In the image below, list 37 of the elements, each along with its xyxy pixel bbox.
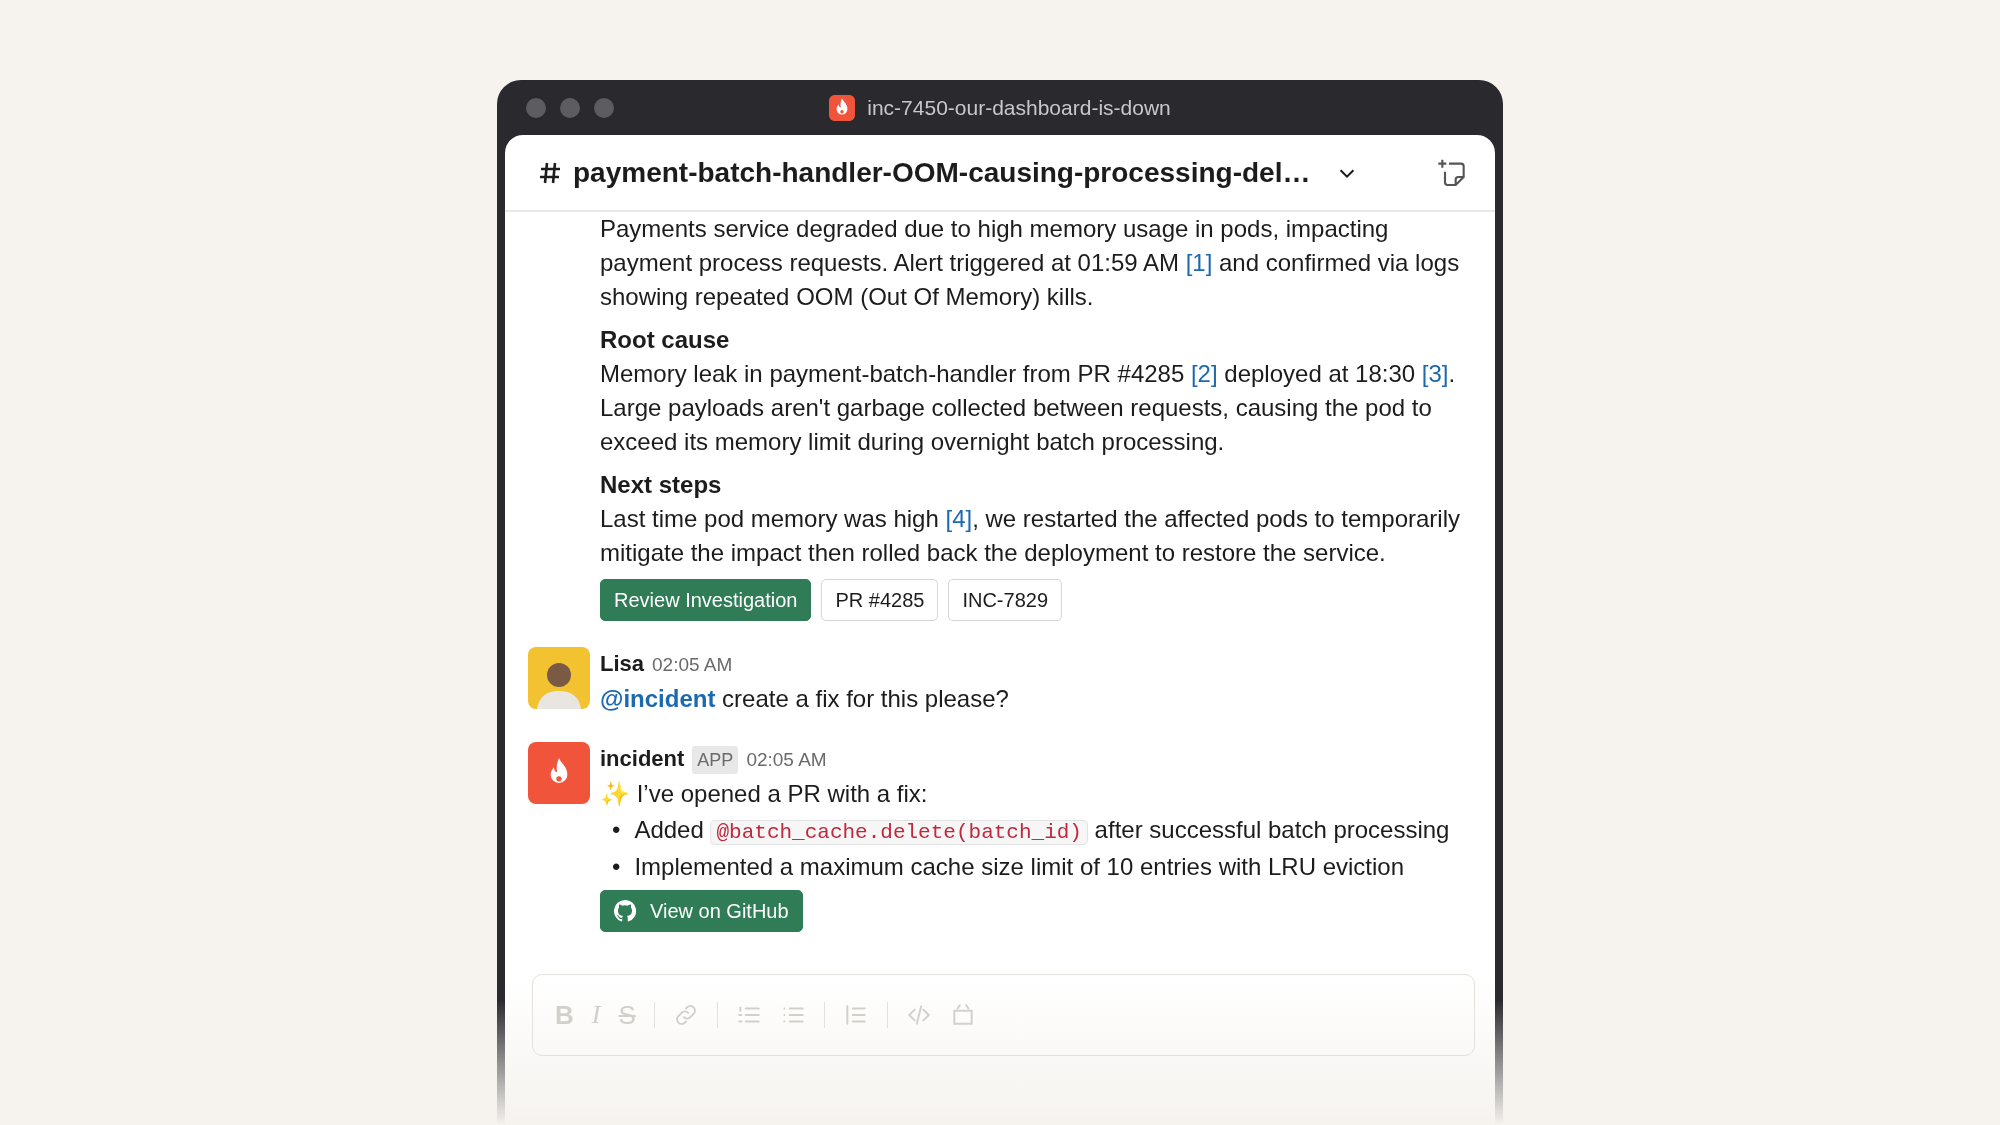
message-time[interactable]: 02:05 AM	[746, 743, 827, 777]
message-text: Last time pod memory was high [4], we restarted the affected pods to temporarily mitigate the impact then rolled back the deployment to restore the service.	[600, 504, 1461, 568]
reference-link[interactable]: [3]	[1421, 360, 1449, 387]
window-minimize-button[interactable]	[560, 97, 580, 118]
message-text: Payments service degraded due to high memory usage in pods, impacting payment process requests. Alert triggered at 01:59 AM [1] and confirmed via logs showing repeated OOM (Out Of Memory) kills.	[600, 214, 1461, 312]
bullet-marker: •	[612, 815, 621, 845]
section-heading: Root cause	[600, 325, 731, 355]
reference-link[interactable]: [4]	[945, 505, 973, 532]
app-badge: APP	[692, 746, 739, 774]
flame-icon	[829, 94, 856, 121]
mention-link[interactable]: @incident	[600, 685, 716, 712]
window-zoom-button[interactable]	[594, 97, 614, 118]
bullet-item: Implemented a maximum cache size limit of 10 entries with LRU eviction	[634, 852, 1405, 882]
reference-link[interactable]: [1]	[1185, 249, 1213, 276]
window-title: inc-7450-our-dashboard-is-down	[867, 95, 1171, 120]
message-time[interactable]: 02:05 AM	[652, 648, 733, 682]
author-name[interactable]: Lisa	[600, 647, 645, 681]
message-text: ✨ I’ve opened a PR with a fix:	[600, 779, 929, 809]
bullet-marker: •	[612, 852, 621, 882]
message-text: Memory leak in payment-batch-handler from PR #4285 [2] deployed at 18:30 [3]. Large payloads aren't garbage collected between requests, causing the pod to exceed its memory limit during overnight batch processing.	[600, 359, 1457, 457]
action-button[interactable]: Review Investigation	[600, 579, 812, 621]
bullet-item: Added @batch_cache.delete(batch_id) after successful batch processing	[634, 815, 1450, 847]
inline-code: @batch_cache.delete(batch_id)	[710, 820, 1088, 845]
action-button[interactable]: PR #4285	[821, 579, 939, 621]
hash-icon	[539, 160, 561, 185]
app-avatar[interactable]	[528, 742, 590, 804]
code-icon[interactable]	[905, 1002, 932, 1028]
github-icon	[614, 900, 636, 922]
author-name[interactable]: incident	[600, 742, 685, 776]
message-text: @incident create a fix for this please?	[600, 684, 1010, 714]
section-heading: Next steps	[600, 470, 723, 500]
channel-title[interactable]: payment-batch-handler-OOM-causing-processing-del…	[573, 156, 1311, 189]
action-button[interactable]: INC-7829	[948, 579, 1062, 621]
action-button[interactable]: View on GitHub	[600, 890, 803, 932]
window-close-button[interactable]	[526, 97, 546, 118]
reference-link[interactable]: [2]	[1190, 360, 1218, 387]
avatar[interactable]	[528, 647, 590, 709]
